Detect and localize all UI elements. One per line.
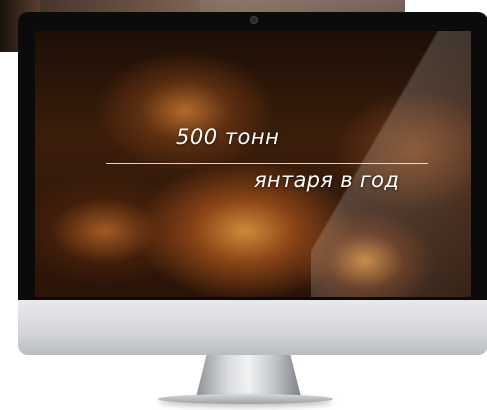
headline-text: 500 тонн: [176, 125, 280, 149]
camera-icon: [250, 16, 258, 24]
headline-divider: [106, 163, 428, 164]
imac-monitor: 500 тонн янтаря в год: [18, 12, 487, 355]
monitor-screen: 500 тонн янтаря в год: [35, 31, 471, 297]
subline-text: янтаря в год: [254, 168, 400, 192]
monitor-stand: [196, 355, 301, 397]
monitor-chin: [18, 300, 487, 355]
monitor-base: [158, 394, 333, 404]
screen-glare: [311, 31, 471, 297]
monitor-bezel: 500 тонн янтаря в год: [18, 12, 487, 300]
